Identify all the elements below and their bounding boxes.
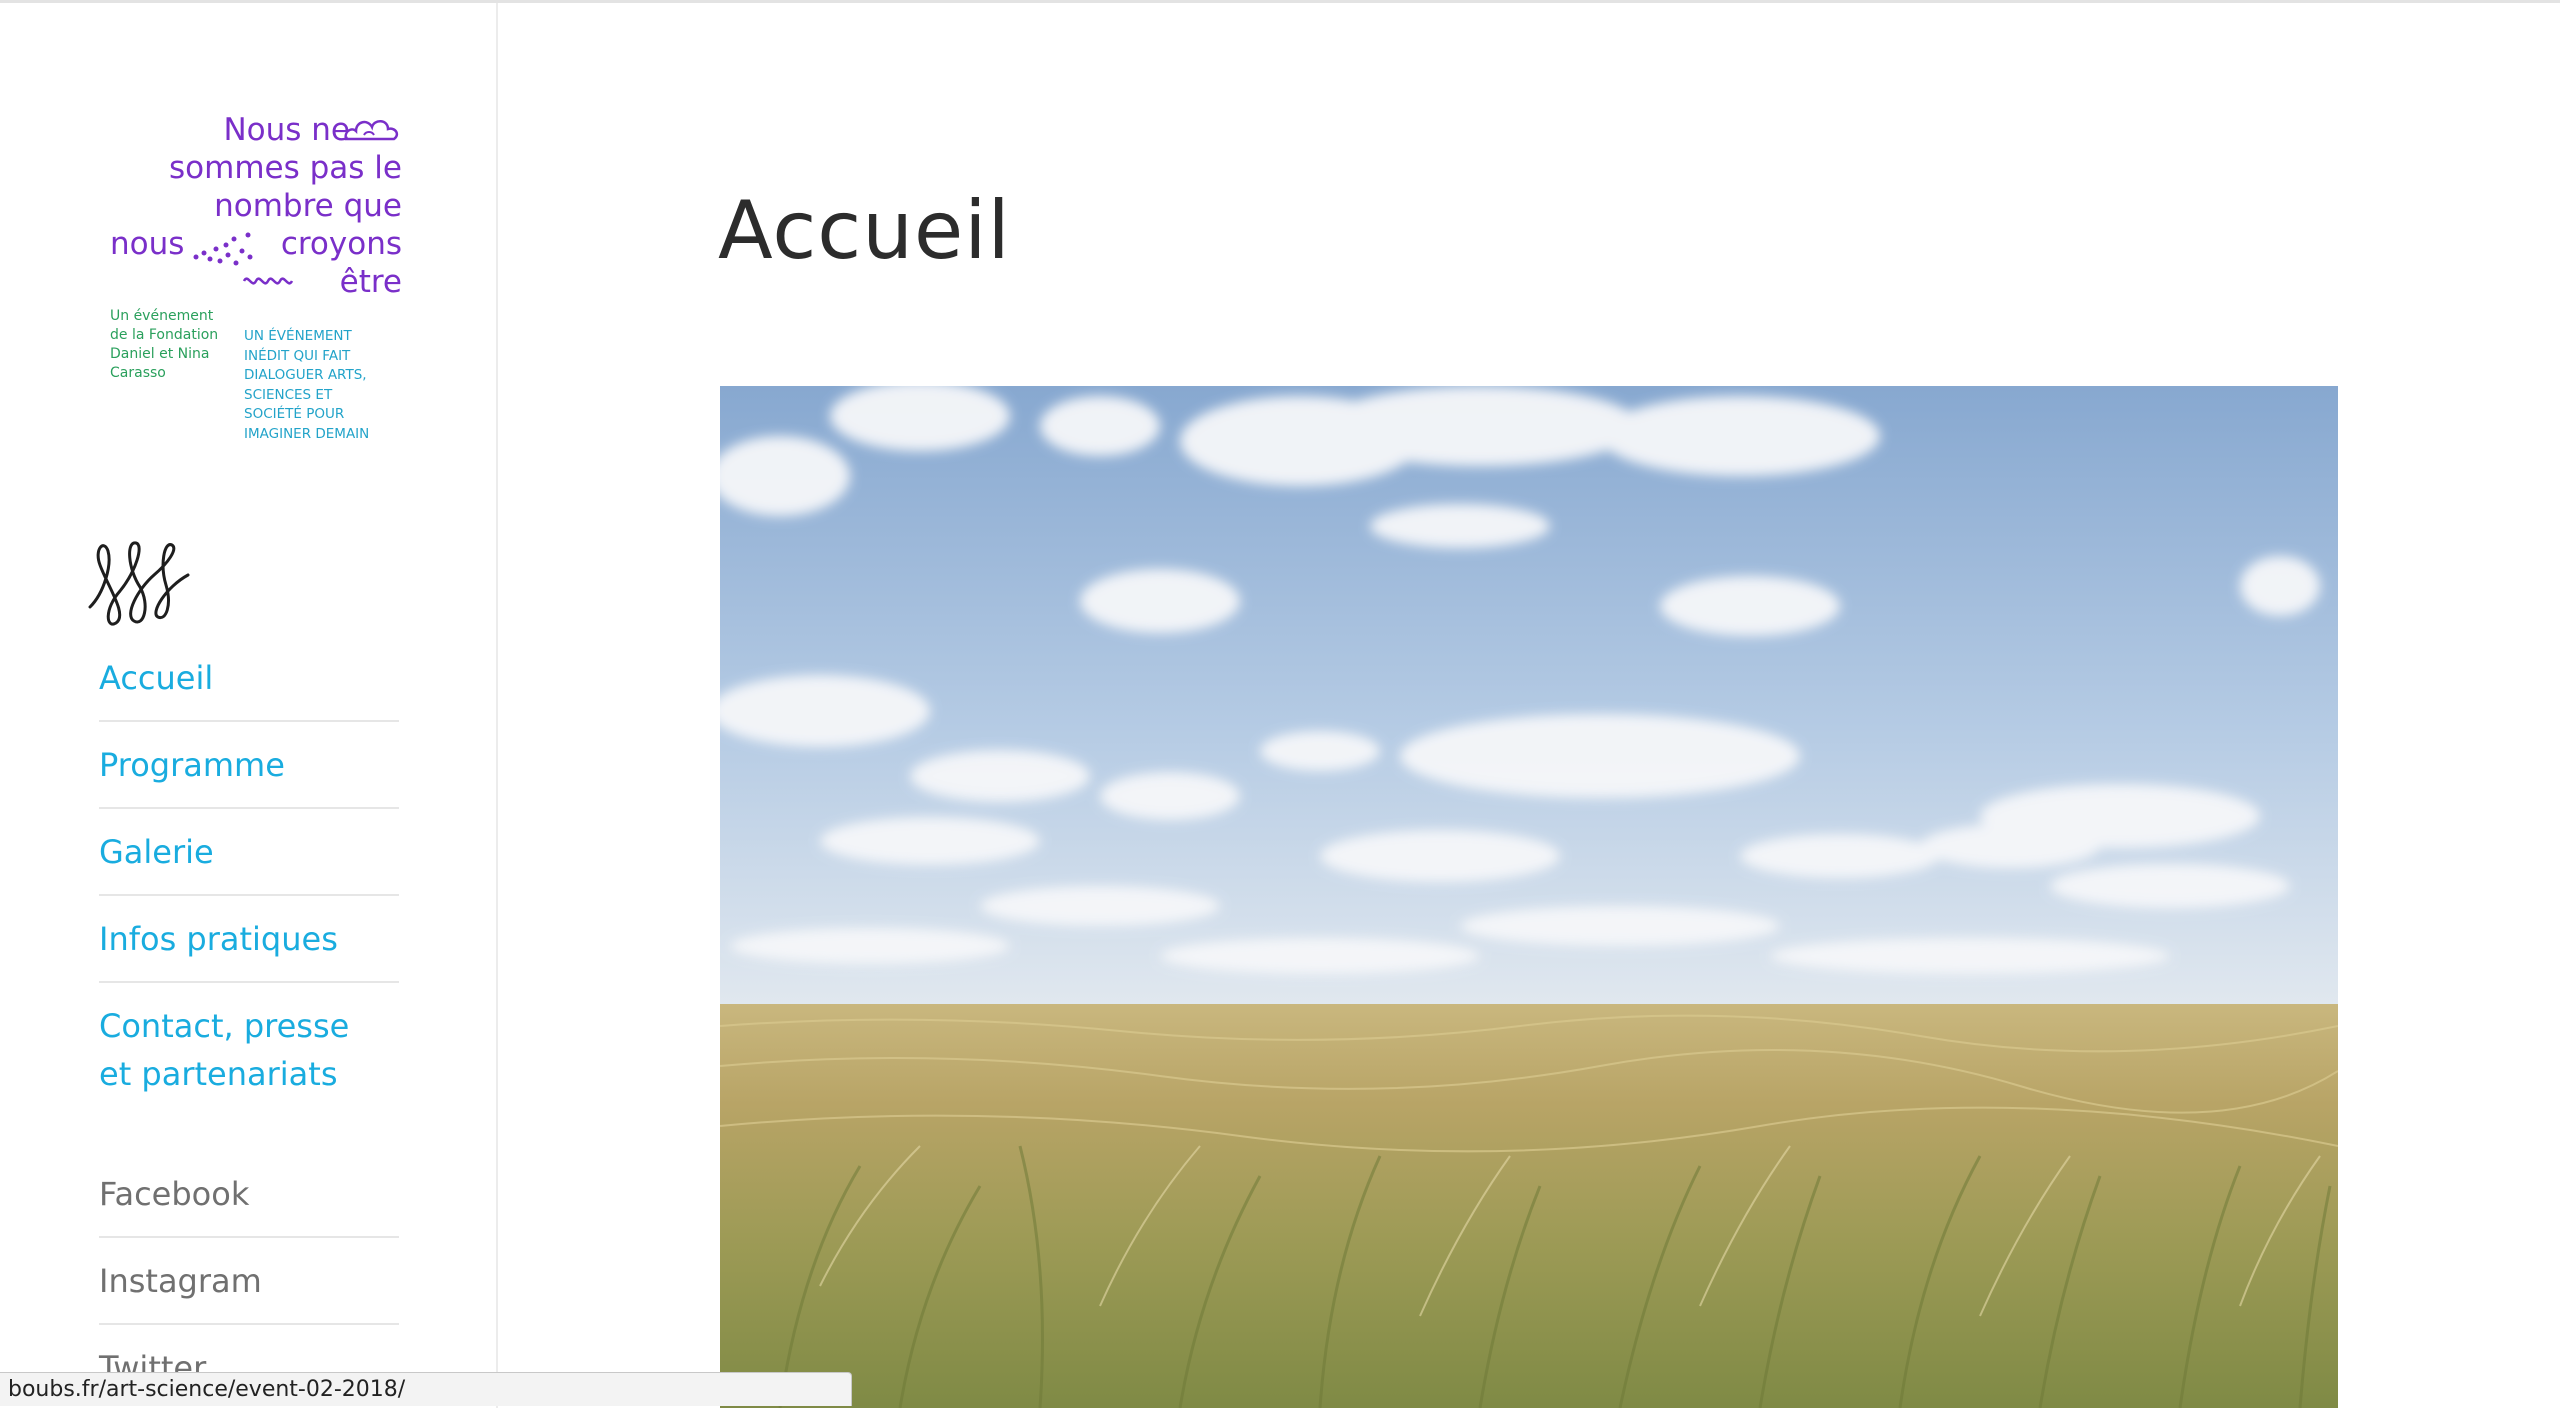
signature-icon [88, 541, 190, 626]
status-bar-url: boubs.fr/art-science/event-02-2018/ [0, 1372, 852, 1406]
logo-line-4a: nous [110, 226, 185, 262]
logo-line-2: sommes pas le [169, 150, 402, 186]
page-title: Accueil [718, 184, 1011, 277]
wave-icon [242, 277, 294, 285]
social-link-facebook[interactable]: Facebook [99, 1151, 399, 1238]
logo-line-3: nombre que [214, 188, 402, 224]
nav-item-infos-pratiques[interactable]: Infos pratiques [99, 896, 399, 983]
logo-line-5: être [339, 264, 402, 300]
dots-icon [193, 232, 253, 266]
nav-item-galerie[interactable]: Galerie [99, 809, 399, 896]
cloud-icon [344, 120, 399, 141]
logo-line-4b: croyons [280, 226, 402, 262]
logo-tagline-organizer: Un événement de la Fondation Daniel et N… [110, 308, 219, 381]
social-link-instagram[interactable]: Instagram [99, 1238, 399, 1325]
hero-image [720, 386, 2338, 1408]
nav-item-accueil[interactable]: Accueil [99, 635, 399, 722]
logo-line-1: Nous ne [223, 112, 350, 148]
wheat-field-photo [720, 386, 2338, 1408]
social-nav: Facebook Instagram Twitter [99, 1151, 399, 1408]
sidebar: Nous ne sommes pas le nombre que nous cr… [0, 3, 498, 1408]
site-logo[interactable]: Nous ne sommes pas le nombre que nous cr… [102, 101, 402, 451]
logo-tagline-description: UN ÉVÉNEMENT INÉDIT QUI FAIT DIALOGUER A… [244, 328, 370, 442]
main-nav: Accueil Programme Galerie Infos pratique… [99, 635, 399, 1116]
nav-item-programme[interactable]: Programme [99, 722, 399, 809]
nav-item-contact[interactable]: Contact, presse et partenariats [99, 983, 379, 1116]
